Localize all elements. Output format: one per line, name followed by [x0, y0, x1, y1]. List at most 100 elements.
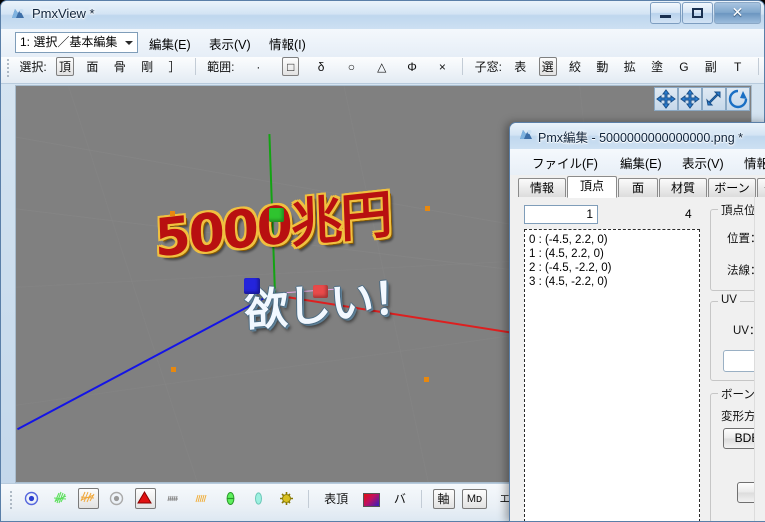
display-vertex-button[interactable]: 表頂: [319, 489, 353, 509]
menu-view[interactable]: 表示(V): [209, 34, 251, 53]
bone-cyan-icon[interactable]: [248, 488, 269, 509]
menu-info[interactable]: 情報(I): [269, 34, 306, 53]
list-item[interactable]: 2 : (-4.5, -2.2, 0): [529, 261, 695, 275]
list-item[interactable]: 0 : (-4.5, 2.2, 0): [529, 233, 695, 247]
normal-triangle-icon[interactable]: [134, 488, 156, 509]
range-triangle-button[interactable]: △: [373, 57, 390, 76]
toolbar-separator-3: [757, 58, 759, 75]
gradient-swatch-icon[interactable]: [360, 488, 381, 509]
tab-morph[interactable]: モーフ: [757, 178, 765, 197]
minimize-icon: [660, 15, 671, 18]
select-rigid-button[interactable]: 剛: [138, 57, 156, 76]
sub-scale-button[interactable]: 拡: [621, 57, 639, 76]
uv-group-label: UV: [718, 294, 740, 306]
dialog-menu-view[interactable]: 表示(V): [682, 153, 724, 172]
select-label: 選択:: [19, 60, 47, 74]
dialog-menu-edit[interactable]: 編集(E): [620, 153, 662, 172]
dialog-scrollbar[interactable]: [754, 197, 765, 521]
tab-bone[interactable]: ボーン: [708, 178, 756, 197]
sub-g-button[interactable]: G: [675, 57, 692, 76]
dialog-tabrow: 情報 頂点 面 材質 ボーン モーフ: [510, 175, 765, 198]
main-titlebar[interactable]: PmxView * ✕: [1, 1, 764, 30]
sub-move-button[interactable]: 動: [593, 57, 611, 76]
point-icon[interactable]: [106, 488, 127, 509]
range-circle-button[interactable]: ○: [343, 57, 360, 76]
pmx-edit-dialog: Pmx編集 - 5000000000000000.png * ファイル(F) 編…: [509, 122, 765, 522]
select-face-button[interactable]: 面: [83, 57, 101, 76]
range-clear-button[interactable]: ×: [434, 57, 451, 76]
main-title: PmxView *: [32, 6, 95, 21]
statusbar-separator: [307, 489, 309, 508]
wire-orange-icon[interactable]: [191, 488, 212, 509]
sub-paint-button[interactable]: 塗: [648, 57, 666, 76]
move-tool-icon[interactable]: [678, 87, 702, 111]
dialog-menu-info[interactable]: 情報(: [744, 153, 765, 172]
wire-gray-icon[interactable]: [163, 488, 184, 509]
vertex-green-icon[interactable]: [50, 488, 71, 509]
model-artwork: 5000兆円 欲しい！: [136, 176, 456, 376]
dialog-titlebar[interactable]: Pmx編集 - 5000000000000000.png *: [510, 123, 765, 150]
tab-face[interactable]: 面: [618, 178, 658, 197]
statusbar-grip[interactable]: [7, 489, 14, 509]
select-vertex-button[interactable]: 頂: [56, 57, 75, 76]
vertex-index-input[interactable]: 1: [524, 205, 598, 224]
range-delta-button[interactable]: δ: [313, 57, 330, 76]
maximize-icon: [692, 8, 703, 18]
select-bone-button[interactable]: 骨: [111, 57, 129, 76]
sub-select-button[interactable]: 選: [538, 57, 557, 76]
main-menubar: 1: 選択／基本編集 編集(E) 表示(V) 情報(I): [1, 29, 764, 58]
minimize-button[interactable]: [650, 2, 681, 24]
vertex-list[interactable]: 0 : (-4.5, 2.2, 0) 1 : (4.5, 2.2, 0) 2 :…: [524, 229, 700, 521]
vertex-count-label: 4: [685, 207, 692, 221]
menu-edit[interactable]: 編集(E): [149, 34, 191, 53]
mode-combobox[interactable]: 1: 選択／基本編集: [15, 32, 138, 53]
tab-vertex[interactable]: 頂点: [567, 176, 617, 198]
subwindow-label: 子窓:: [474, 60, 502, 74]
vertex-marker[interactable]: [171, 367, 176, 372]
mode-combobox-value: 1: 選択／基本編集: [20, 35, 118, 49]
x-handle[interactable]: [313, 285, 328, 298]
toolbar-grip[interactable]: [4, 57, 11, 77]
app-icon: [10, 7, 26, 23]
range-rect-button[interactable]: □: [282, 57, 300, 76]
toolbar-separator-2: [462, 58, 464, 75]
model-text-bottom: 欲しい！: [243, 271, 417, 338]
list-item[interactable]: 1 : (4.5, 2.2, 0): [529, 247, 695, 261]
window-controls: ✕: [649, 2, 761, 24]
dialog-body: 1 4 0 : (-4.5, 2.2, 0) 1 : (4.5, 2.2, 0)…: [510, 197, 765, 521]
range-phi-button[interactable]: Φ: [404, 57, 421, 76]
joint-icon[interactable]: [276, 488, 297, 509]
z-handle[interactable]: [244, 278, 260, 294]
chevron-down-icon: [125, 41, 133, 45]
sub-t-button[interactable]: T: [729, 57, 746, 76]
range-label: 範囲:: [207, 60, 235, 74]
pan-tool-icon[interactable]: [654, 87, 678, 111]
axis-button[interactable]: 軸: [432, 488, 455, 509]
maximize-button[interactable]: [682, 2, 713, 24]
bar-button[interactable]: バ: [389, 489, 411, 509]
bone-green-icon[interactable]: [220, 488, 241, 509]
sub-table-button[interactable]: 表: [511, 57, 529, 76]
dialog-menubar: ファイル(F) 編集(E) 表示(V) 情報(: [510, 149, 765, 176]
md-button[interactable]: Mᴅ: [461, 488, 488, 509]
dialog-title: Pmx編集 - 5000000000000000.png *: [538, 131, 744, 145]
main-toolbar: 選択: 頂 面 骨 剛 ］ 範囲: · □ δ ○ △ Φ × 子窓: 表 選 …: [1, 57, 764, 84]
rotate-tool-icon[interactable]: [726, 87, 750, 111]
list-item[interactable]: 3 : (4.5, -2.2, 0): [529, 275, 695, 289]
y-handle[interactable]: [269, 208, 284, 222]
vertex-marker[interactable]: [425, 206, 430, 211]
vertex-display-icon[interactable]: [21, 488, 42, 509]
statusbar-separator-2: [421, 489, 423, 508]
dialog-menu-file[interactable]: ファイル(F): [532, 153, 598, 172]
zoom-tool-icon[interactable]: [702, 87, 726, 111]
vertex-marker[interactable]: [424, 377, 429, 382]
tab-info[interactable]: 情報: [518, 178, 566, 197]
range-point-button[interactable]: ·: [250, 57, 267, 76]
vertex-marker[interactable]: [170, 211, 175, 216]
sub-sub-button[interactable]: 副: [702, 57, 720, 76]
select-joint-button[interactable]: ］: [165, 57, 183, 76]
sub-narrow-button[interactable]: 絞: [566, 57, 584, 76]
close-button[interactable]: ✕: [714, 2, 761, 24]
tab-material[interactable]: 材質: [659, 178, 707, 197]
face-wire-icon[interactable]: [78, 488, 100, 509]
